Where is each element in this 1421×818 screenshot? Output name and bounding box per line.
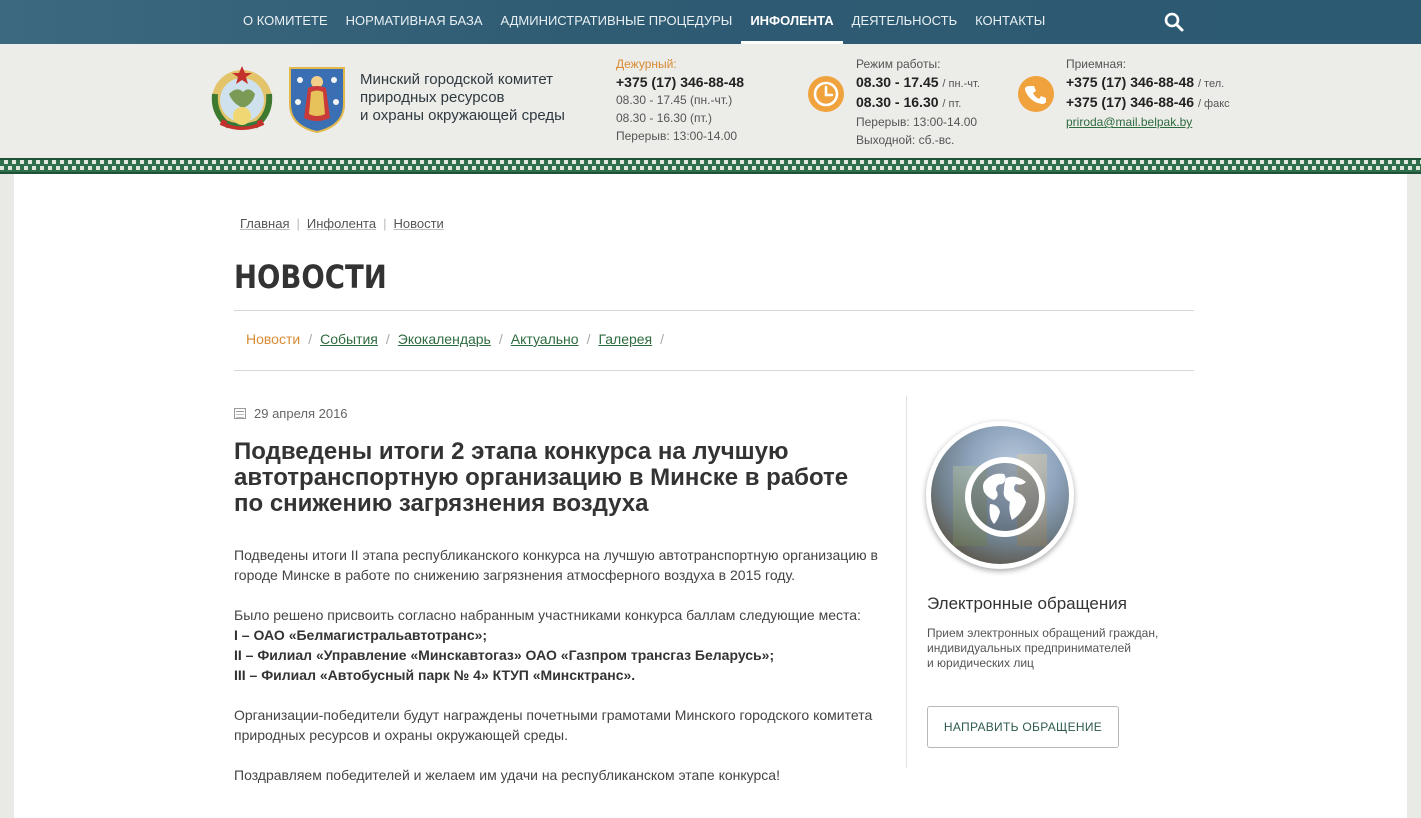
article-paragraph: Организации-победители будут награждены … — [234, 707, 873, 743]
breadcrumb-infofeed[interactable]: Инфолента — [307, 216, 376, 231]
hours-weekdays-days: / пн.-чт. — [942, 78, 980, 90]
article-paragraph: Подведены итоги II этапа республиканског… — [234, 547, 878, 583]
phone-icon — [1018, 76, 1054, 112]
tab-news[interactable]: Новости — [246, 331, 300, 347]
send-appeal-button[interactable]: НАПРАВИТЬ ОБРАЩЕНИЕ — [927, 706, 1119, 748]
duty-break: Перерыв: 13:00-14.00 — [616, 129, 738, 143]
article-date: 29 апреля 2016 — [234, 406, 348, 421]
calendar-icon — [234, 408, 246, 419]
place-first: I – ОАО «Белмагистральавтотранс»; — [234, 627, 488, 643]
ornament-border — [0, 158, 1421, 174]
duty-hours-2: 08.30 - 16.30 (пт.) — [616, 111, 713, 125]
tab-ecocalendar[interactable]: Экокалендарь — [398, 331, 491, 347]
sidebar-divider — [906, 396, 907, 768]
reception-contact: Приемная: +375 (17) 346-88-48 / тел. +37… — [1066, 55, 1230, 131]
nav-item-legal-base[interactable]: НОРМАТИВНАЯ БАЗА — [337, 0, 492, 44]
hours-weekdays-time: 08.30 - 17.45 — [856, 74, 939, 90]
breadcrumb-home[interactable]: Главная — [240, 216, 289, 231]
minsk-coat-of-arms-icon[interactable] — [286, 64, 348, 134]
sidebar-title: Электронные обращения — [927, 594, 1127, 613]
sidebar-description: Прием электронных обращений граждан, инд… — [927, 626, 1159, 670]
place-second: II – Филиал «Управление «Минскавтогаз» О… — [234, 647, 775, 663]
reception-fax-type: / факс — [1197, 98, 1230, 110]
clock-icon — [808, 76, 844, 112]
article-date-text: 29 апреля 2016 — [254, 406, 348, 421]
divider — [234, 370, 1194, 371]
nav-item-admin-procedures[interactable]: АДМИНИСТРАТИВНЫЕ ПРОЦЕДУРЫ — [492, 0, 742, 44]
hours-break: Перерыв: 13:00-14.00 — [856, 115, 978, 129]
hours-label: Режим работы: — [856, 57, 941, 71]
search-icon[interactable] — [1162, 10, 1186, 34]
breadcrumb-news[interactable]: Новости — [393, 216, 443, 231]
nav-item-infofeed[interactable]: ИНФОЛЕНТА — [741, 0, 843, 44]
tab-actual[interactable]: Актуально — [511, 331, 579, 347]
working-hours: Режим работы: 08.30 - 17.45 / пн.-чт. 08… — [856, 55, 980, 149]
reception-phone[interactable]: +375 (17) 346-88-48 — [1066, 74, 1194, 90]
reception-label: Приемная: — [1066, 57, 1127, 71]
tab-events[interactable]: События — [320, 331, 378, 347]
e-appeals-image[interactable] — [926, 421, 1074, 569]
divider — [234, 310, 1194, 311]
article-title: Подведены итоги 2 этапа конкурса на лучш… — [234, 438, 849, 517]
duty-label: Дежурный: — [616, 57, 677, 71]
organization-name: Минский городской комитет природных ресу… — [360, 71, 565, 124]
article-paragraph: Поздравляем победителей и желаем им удач… — [234, 767, 780, 783]
breadcrumb: Главная | Инфолента | Новости — [240, 216, 444, 231]
tab-gallery[interactable]: Галерея — [598, 331, 652, 347]
hours-friday-days: / пт. — [942, 98, 962, 110]
belarus-emblem-icon[interactable] — [207, 64, 277, 134]
duty-phone[interactable]: +375 (17) 346-88-48 — [616, 73, 744, 91]
reception-fax[interactable]: +375 (17) 346-88-46 — [1066, 94, 1194, 110]
reception-email-link[interactable]: priroda@mail.belpak.by — [1066, 115, 1192, 129]
top-nav: О КОМИТЕТЕ НОРМАТИВНАЯ БАЗА АДМИНИСТРАТИ… — [0, 0, 1421, 44]
hours-dayoff: Выходной: сб.-вс. — [856, 133, 955, 147]
article-body: Подведены итоги II этапа республиканског… — [234, 545, 884, 805]
building-photo — [931, 426, 1069, 564]
section-tabs: Новости / События / Экокалендарь / Актуально / Г… — [246, 331, 665, 347]
article-paragraph: Было решено присвоить согласно набранным… — [234, 605, 884, 685]
page-title: НОВОСТИ — [234, 258, 387, 296]
nav-item-about[interactable]: О КОМИТЕТЕ — [234, 0, 337, 44]
nav-item-contacts[interactable]: КОНТАКТЫ — [966, 0, 1054, 44]
top-nav-menu: О КОМИТЕТЕ НОРМАТИВНАЯ БАЗА АДМИНИСТРАТИ… — [234, 0, 1054, 44]
places-intro: Было решено присвоить согласно набранным… — [234, 607, 861, 623]
duty-hours-1: 08.30 - 17.45 (пн.-чт.) — [616, 93, 733, 107]
duty-contact: Дежурный: +375 (17) 346-88-48 08.30 - 17… — [616, 55, 744, 145]
globe-icon — [965, 457, 1045, 537]
nav-item-activity[interactable]: ДЕЯТЕЛЬНОСТЬ — [843, 0, 966, 44]
reception-phone-type: / тел. — [1197, 78, 1225, 90]
hours-friday-time: 08.30 - 16.30 — [856, 94, 939, 110]
place-third: III – Филиал «Автобусный парк № 4» КТУП … — [234, 667, 636, 683]
